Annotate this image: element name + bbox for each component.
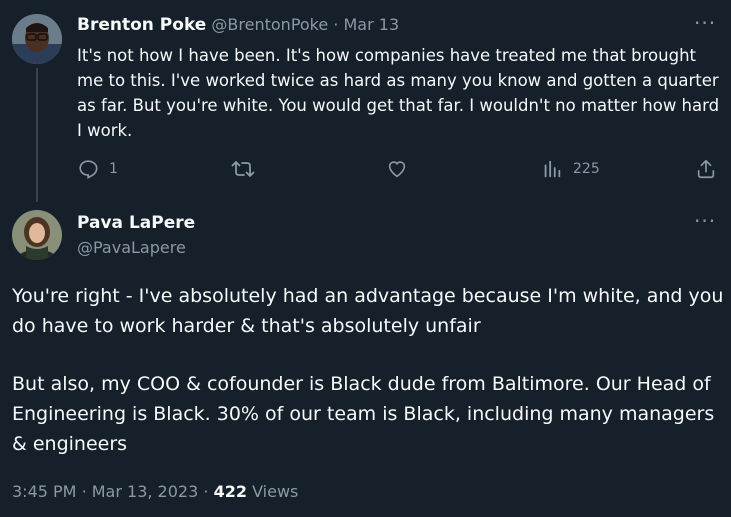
user-handle[interactable]: @PavaLapere <box>77 238 186 257</box>
views-button[interactable]: 225 <box>541 158 600 180</box>
display-name[interactable]: Brenton Poke <box>77 15 206 35</box>
more-options-button[interactable]: ··· <box>694 11 716 35</box>
retweet-icon <box>231 158 255 180</box>
heart-icon <box>386 158 408 180</box>
display-name[interactable]: Pava LaPere <box>77 213 195 233</box>
tweet-date[interactable]: Mar 13, 2023 <box>92 482 199 501</box>
separator-dot: · <box>333 15 339 34</box>
views-count: 225 <box>573 161 600 177</box>
reply-icon <box>77 158 99 180</box>
tweet-text: It's not how I have been. It's how compa… <box>77 46 720 140</box>
separator-dot: · <box>81 482 87 501</box>
share-icon <box>695 158 717 180</box>
views-chart-icon <box>541 158 563 180</box>
avatar-brenton[interactable] <box>12 14 62 64</box>
like-button[interactable] <box>386 158 408 180</box>
more-options-button[interactable]: ··· <box>694 209 716 233</box>
avatar-pava[interactable] <box>12 210 62 260</box>
user-handle[interactable]: @BrentonPoke <box>211 15 328 34</box>
retweet-button[interactable] <box>231 158 255 180</box>
views-count: 422 <box>213 482 247 501</box>
tweet-meta: 3:45 PM · Mar 13, 2023 · 422 Views <box>12 482 298 501</box>
views-label: Views <box>252 482 299 501</box>
tweet-time[interactable]: 3:45 PM <box>12 482 76 501</box>
tweet-date[interactable]: Mar 13 <box>344 15 400 34</box>
reply-button[interactable]: 1 <box>77 158 118 180</box>
tweet-text-paragraph-2: But also, my COO & cofounder is Black du… <box>12 373 715 455</box>
thread-line <box>36 68 38 202</box>
separator-dot: · <box>203 482 209 501</box>
share-button[interactable] <box>695 158 717 180</box>
reply-count: 1 <box>109 161 118 177</box>
tweet-text-paragraph-1: You're right - I've absolutely had an ad… <box>12 285 724 337</box>
tweet-header: Brenton Poke @BrentonPoke · Mar 13 <box>77 15 399 35</box>
